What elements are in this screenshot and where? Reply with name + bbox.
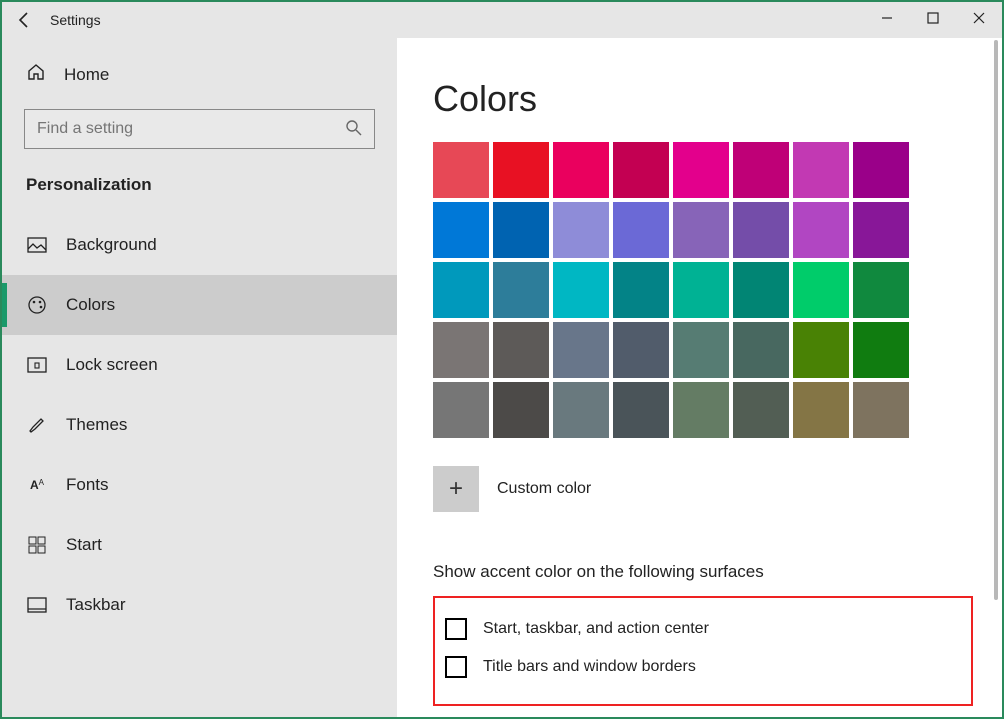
sidebar-item-background[interactable]: Background <box>2 215 397 275</box>
content-pane: Colors + Custom color Show accent color … <box>397 38 1002 717</box>
sidebar-item-label: Themes <box>66 415 127 435</box>
color-swatch[interactable] <box>793 262 849 318</box>
sidebar-item-label: Lock screen <box>66 355 158 375</box>
fonts-icon: AA <box>26 478 48 492</box>
sidebar-item-fonts[interactable]: AA Fonts <box>2 455 397 515</box>
color-swatch[interactable] <box>613 382 669 438</box>
color-swatch[interactable] <box>673 322 729 378</box>
window-controls <box>864 2 1002 34</box>
color-swatch[interactable] <box>493 202 549 258</box>
checkbox-icon <box>445 618 467 640</box>
search-wrap <box>24 109 375 149</box>
color-swatch[interactable] <box>553 142 609 198</box>
color-swatch[interactable] <box>493 262 549 318</box>
sidebar-item-lock-screen[interactable]: Lock screen <box>2 335 397 395</box>
taskbar-icon <box>26 597 48 613</box>
color-grid <box>433 142 1002 438</box>
custom-color-button[interactable]: + <box>433 466 479 512</box>
color-swatch[interactable] <box>553 262 609 318</box>
checkbox-label: Start, taskbar, and action center <box>483 620 709 638</box>
custom-color-row: + Custom color <box>433 466 1002 512</box>
custom-color-label: Custom color <box>497 480 591 498</box>
color-swatch[interactable] <box>733 202 789 258</box>
color-swatch[interactable] <box>493 142 549 198</box>
sidebar-home[interactable]: Home <box>2 48 397 101</box>
color-swatch[interactable] <box>673 262 729 318</box>
color-swatch[interactable] <box>733 322 789 378</box>
checkbox-icon <box>445 656 467 678</box>
page-title: Colors <box>433 78 1002 120</box>
accent-surfaces-label: Show accent color on the following surfa… <box>433 562 1002 582</box>
close-button[interactable] <box>956 2 1002 34</box>
sidebar-item-colors[interactable]: Colors <box>2 275 397 335</box>
color-swatch[interactable] <box>433 262 489 318</box>
arrow-left-icon <box>15 11 33 29</box>
checkbox-label: Title bars and window borders <box>483 658 696 676</box>
brush-icon <box>26 415 48 435</box>
color-swatch[interactable] <box>853 262 909 318</box>
window-title: Settings <box>50 12 101 28</box>
maximize-button[interactable] <box>910 2 956 34</box>
palette-icon <box>26 295 48 315</box>
sidebar-item-start[interactable]: Start <box>2 515 397 575</box>
color-swatch[interactable] <box>613 262 669 318</box>
color-swatch[interactable] <box>793 322 849 378</box>
color-swatch[interactable] <box>853 142 909 198</box>
color-swatch[interactable] <box>613 142 669 198</box>
color-swatch[interactable] <box>853 202 909 258</box>
sidebar-item-label: Background <box>66 235 157 255</box>
color-swatch[interactable] <box>853 322 909 378</box>
color-swatch[interactable] <box>673 202 729 258</box>
picture-icon <box>26 237 48 253</box>
sidebar-item-taskbar[interactable]: Taskbar <box>2 575 397 635</box>
color-swatch[interactable] <box>553 202 609 258</box>
color-swatch[interactable] <box>673 142 729 198</box>
color-swatch[interactable] <box>433 382 489 438</box>
home-icon <box>26 62 46 87</box>
titlebar: Settings <box>2 2 1002 38</box>
color-swatch[interactable] <box>613 202 669 258</box>
sidebar-home-label: Home <box>64 65 109 85</box>
checkbox-start-taskbar[interactable]: Start, taskbar, and action center <box>445 610 961 648</box>
color-swatch[interactable] <box>433 202 489 258</box>
color-swatch[interactable] <box>793 382 849 438</box>
plus-icon: + <box>449 475 463 503</box>
color-swatch[interactable] <box>613 322 669 378</box>
highlight-box: Start, taskbar, and action center Title … <box>433 596 973 706</box>
color-swatch[interactable] <box>853 382 909 438</box>
sidebar-item-themes[interactable]: Themes <box>2 395 397 455</box>
color-swatch[interactable] <box>493 322 549 378</box>
sidebar-item-label: Colors <box>66 295 115 315</box>
minimize-button[interactable] <box>864 2 910 34</box>
color-swatch[interactable] <box>733 262 789 318</box>
checkbox-title-bars[interactable]: Title bars and window borders <box>445 648 961 686</box>
color-swatch[interactable] <box>733 382 789 438</box>
color-swatch[interactable] <box>673 382 729 438</box>
color-swatch[interactable] <box>793 142 849 198</box>
sidebar-group-title: Personalization <box>2 171 397 215</box>
sidebar-item-label: Taskbar <box>66 595 126 615</box>
search-input[interactable] <box>24 109 375 149</box>
color-swatch[interactable] <box>793 202 849 258</box>
scrollbar[interactable] <box>994 40 998 600</box>
color-swatch[interactable] <box>553 382 609 438</box>
search-icon <box>345 119 363 142</box>
color-swatch[interactable] <box>553 322 609 378</box>
color-swatch[interactable] <box>433 142 489 198</box>
color-swatch[interactable] <box>493 382 549 438</box>
sidebar-item-label: Start <box>66 535 102 555</box>
start-icon <box>26 536 48 554</box>
sidebar-item-label: Fonts <box>66 475 109 495</box>
back-button[interactable] <box>2 2 46 38</box>
sidebar: Home Personalization Background Colors L… <box>2 38 397 717</box>
color-swatch[interactable] <box>733 142 789 198</box>
color-swatch[interactable] <box>433 322 489 378</box>
lock-screen-icon <box>26 357 48 373</box>
